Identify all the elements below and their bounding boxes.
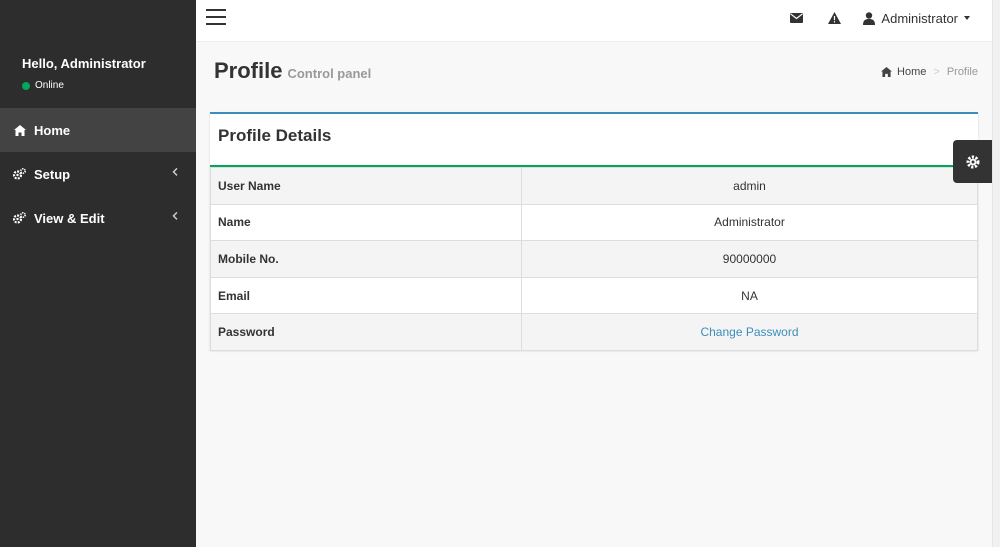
user-name: Administrator [881, 10, 958, 26]
user-menu[interactable]: Administrator [863, 11, 970, 26]
row-label: Password [210, 313, 522, 351]
sidebar: Hello, Administrator Online Home Setup V… [0, 0, 196, 547]
row-value: 90000000 [521, 240, 978, 278]
profile-details-box: Profile Details User Name admin Name Adm… [210, 112, 978, 351]
navbar-right: Administrator [765, 0, 970, 36]
row-value: NA [521, 276, 978, 315]
row-label: Name [210, 203, 522, 242]
user-status-label: Online [35, 80, 64, 91]
row-value: admin [521, 167, 978, 205]
breadcrumb-home-link[interactable]: Home [897, 66, 926, 78]
online-status-icon [22, 81, 30, 90]
cogs-icon [13, 168, 26, 181]
user-icon [863, 11, 876, 25]
table-row: Password Change Password [210, 313, 978, 351]
page-title: Profile Control panel [214, 58, 371, 84]
chevron-left-icon [172, 211, 178, 223]
table-row: Mobile No. 90000000 [210, 240, 978, 278]
warning-icon[interactable] [828, 12, 842, 24]
row-label: User Name [210, 167, 522, 205]
change-password-link[interactable]: Change Password [700, 325, 798, 339]
sidebar-item-label: Home [34, 122, 71, 138]
breadcrumb: Home > Profile [881, 66, 978, 78]
box-title: Profile Details [218, 126, 332, 145]
gear-icon [966, 155, 980, 169]
page-scrollbar[interactable] [992, 0, 1000, 547]
row-value-cell: Change Password [521, 313, 978, 351]
breadcrumb-separator: > [933, 66, 940, 78]
box-header: Profile Details [210, 114, 978, 167]
row-label: Mobile No. [210, 240, 522, 278]
table-row: Name Administrator [210, 203, 978, 242]
profile-table: User Name admin Name Administrator Mobil… [210, 167, 978, 351]
chevron-left-icon [172, 167, 178, 179]
sidebar-item-home[interactable]: Home [0, 108, 196, 152]
page-title-text: Profile [214, 58, 283, 83]
menu-icon[interactable] [206, 9, 226, 25]
user-panel: Hello, Administrator Online [22, 56, 146, 91]
row-label: Email [210, 276, 522, 315]
cogs-icon [13, 212, 26, 225]
settings-toggle-button[interactable] [953, 140, 992, 183]
sidebar-item-label: View & Edit [34, 210, 105, 226]
user-status: Online [22, 80, 146, 91]
sidebar-menu: Home Setup View & Edit [0, 108, 196, 240]
table-row: Email NA [210, 276, 978, 315]
top-navbar: Administrator [196, 0, 992, 42]
caret-down-icon [964, 16, 970, 20]
envelope-icon[interactable] [790, 13, 804, 23]
sidebar-item-label: Setup [34, 166, 71, 182]
home-icon [13, 124, 26, 137]
breadcrumb-current: Profile [946, 66, 978, 78]
user-greeting: Hello, Administrator [22, 56, 146, 71]
page-subtitle: Control panel [287, 66, 372, 81]
table-row: User Name admin [210, 167, 978, 205]
sidebar-item-setup[interactable]: Setup [0, 152, 196, 196]
home-icon [881, 67, 892, 77]
sidebar-item-view-edit[interactable]: View & Edit [0, 196, 196, 240]
row-value: Administrator [521, 203, 978, 242]
